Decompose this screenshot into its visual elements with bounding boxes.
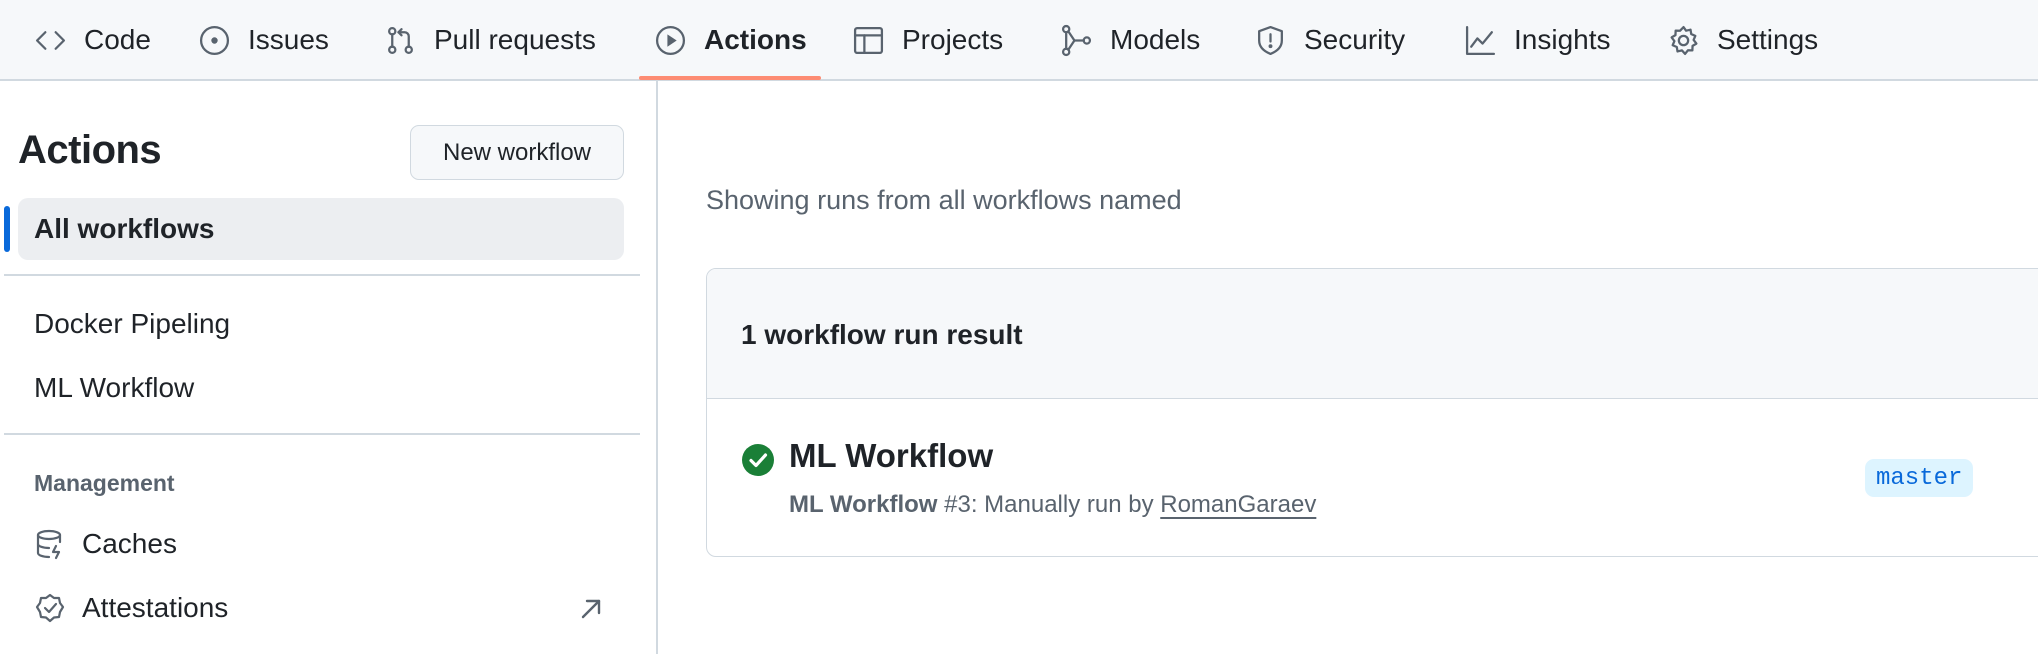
sidebar-item-label: Docker Pipeling	[34, 308, 231, 339]
sidebar-item-label: Caches	[82, 528, 177, 559]
table-icon	[853, 26, 884, 54]
sidebar-item-label: Attestations	[82, 592, 229, 623]
tab-actions-label: Actions	[704, 24, 807, 55]
results-count: 1 workflow run result	[741, 319, 1023, 350]
runs-filter-text: Showing runs from all workflows named	[706, 185, 1182, 215]
tab-code-label: Code	[84, 24, 151, 55]
tab-pull-requests-label: Pull requests	[434, 24, 596, 55]
play-icon	[655, 25, 686, 55]
workflow-run-title-link[interactable]: ML Workflow	[789, 437, 993, 475]
run-number-text: #3: Manually run by	[944, 491, 1154, 518]
tab-security-label: Security	[1304, 24, 1406, 55]
sidebar-title: Actions	[18, 128, 162, 172]
models-icon	[1061, 24, 1092, 56]
tab-pull-requests[interactable]: Pull requests	[384, 0, 596, 80]
issue-opened-icon	[199, 25, 230, 55]
repo-nav: Code Issues Pull requests Actions Projec…	[0, 0, 2038, 81]
tab-issues[interactable]: Issues	[198, 0, 329, 80]
active-tab-indicator	[639, 76, 821, 80]
gear-icon	[1670, 25, 1698, 55]
tab-insights[interactable]: Insights	[1464, 0, 1611, 80]
tab-actions[interactable]: Actions	[654, 0, 807, 80]
sidebar-item-label: ML Workflow	[34, 372, 195, 403]
tab-settings-label: Settings	[1717, 24, 1819, 55]
sidebar-item-attestations[interactable]: Attestations	[34, 592, 228, 624]
tab-models[interactable]: Models	[1060, 0, 1200, 80]
workflow-run-meta: ML Workflow #3: Manually run by RomanGar…	[789, 491, 1316, 519]
tab-insights-label: Insights	[1514, 24, 1611, 55]
sidebar-item-caches[interactable]: Caches	[34, 528, 177, 560]
sidebar-item-docker-pipeling[interactable]: Docker Pipeling	[34, 308, 230, 340]
run-actor-link[interactable]: RomanGaraev	[1160, 491, 1316, 518]
sidebar-item-ml-workflow[interactable]: ML Workflow	[34, 372, 194, 404]
tab-code[interactable]: Code	[34, 0, 151, 80]
run-workflow-name: ML Workflow	[789, 491, 938, 518]
tab-settings[interactable]: Settings	[1667, 0, 1818, 80]
sidebar-item-all-workflows[interactable]: All workflows	[18, 198, 624, 260]
success-check-icon	[742, 444, 774, 476]
tab-issues-label: Issues	[248, 24, 329, 55]
new-workflow-button[interactable]: New workflow	[410, 125, 624, 180]
database-icon	[36, 529, 62, 560]
tab-security[interactable]: Security	[1254, 0, 1405, 80]
sidebar-separator	[4, 433, 640, 435]
sidebar-separator	[4, 274, 640, 276]
runs-box-header: 1 workflow run result	[707, 269, 2038, 399]
verified-icon	[35, 593, 65, 623]
tab-models-label: Models	[1110, 24, 1201, 55]
arrow-up-right-icon	[581, 599, 601, 619]
graph-icon	[1465, 25, 1496, 55]
shield-icon	[1258, 25, 1283, 55]
sidebar-divider	[656, 81, 658, 654]
branch-badge[interactable]: master	[1865, 459, 1974, 497]
tab-projects[interactable]: Projects	[852, 0, 1003, 80]
tab-projects-label: Projects	[902, 24, 1004, 55]
management-heading: Management	[34, 470, 175, 496]
workflow-runs-box: 1 workflow run result ML Workflow ML Wor…	[706, 268, 2038, 557]
code-icon	[35, 30, 66, 50]
selected-item-marker	[4, 206, 10, 252]
git-pull-request-icon	[388, 26, 413, 54]
